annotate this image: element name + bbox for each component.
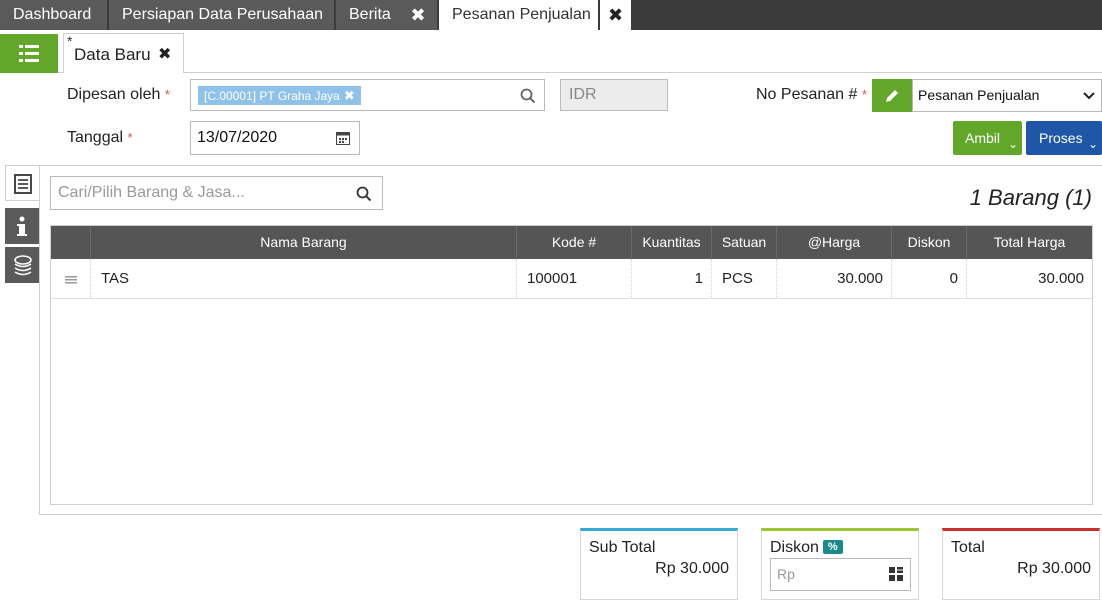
column-header-qty[interactable]: Kuantitas [632,226,712,259]
currency-field: IDR [560,79,668,111]
tab-label: Pesanan Penjualan [452,6,591,23]
total-value: Rp 30.000 [1017,560,1091,577]
list-icon [19,45,39,62]
drag-handle-icon[interactable] [65,276,77,284]
tab-label: Persiapan Data Perusahaan [122,6,324,23]
column-header-price[interactable]: @Harga [777,226,892,259]
order-no-label: No Pesanan # * [756,86,867,104]
chip-text: [C.00001] PT Graha Jaya [204,89,340,103]
percent-toggle[interactable]: % [822,540,843,554]
chevron-down-icon [1083,92,1095,100]
cell-code[interactable]: 100001 [517,259,632,299]
chevron-down-icon: ⌄ [1007,137,1018,151]
column-header-handle [51,226,91,259]
top-tab-bar: Dashboard Persiapan Data Perusahaan Beri… [0,0,1102,30]
label-text: Tanggal [67,129,124,146]
document-icon [14,174,32,194]
proses-button[interactable]: Proses ⌄ [1026,121,1102,155]
tab-data-baru[interactable]: * Data Baru ✖ [63,33,184,73]
tab-label: Berita [349,6,391,23]
subtotal-value: Rp 30.000 [655,560,729,577]
cell-total[interactable]: 30.000 [967,259,1092,299]
table-row[interactable]: TAS 100001 1 PCS 30.000 0 30.000 [51,259,1092,299]
ambil-button[interactable]: Ambil ⌄ [953,121,1022,155]
placeholder-text: Rp [777,566,795,582]
discount-amount-input[interactable]: Rp [770,558,911,591]
chevron-down-icon: ⌄ [1087,137,1098,151]
pencil-icon [886,90,898,102]
column-header-discount[interactable]: Diskon [892,226,967,259]
cell-name[interactable]: TAS [91,259,517,299]
subtab-divider [58,72,1102,73]
side-tab-cost[interactable] [5,247,39,283]
column-header-total[interactable]: Total Harga [967,226,1092,259]
side-tab-info[interactable] [5,208,39,244]
required-mark: * [861,87,867,102]
unsaved-marker: * [67,33,73,49]
side-tab-items[interactable] [5,165,39,201]
close-icon[interactable]: ✖ [158,44,171,64]
search-icon[interactable] [356,186,372,202]
total-box: Total Rp 30.000 [942,528,1100,600]
required-mark: * [164,87,170,102]
info-icon [17,216,27,236]
total-label: Total [951,539,985,556]
item-count: 1 Barang (1) [969,185,1092,210]
calculator-icon[interactable] [889,567,903,581]
subtotal-label: Sub Total [589,539,656,556]
discount-label: Diskon% [770,539,843,557]
close-icon[interactable]: ✖ [344,88,355,103]
tab-label: Data Baru [74,45,151,64]
close-icon[interactable]: ✖ [600,0,631,30]
tab-pesanan-penjualan[interactable]: Pesanan Penjualan [439,0,598,30]
edit-order-no-button[interactable] [872,79,912,112]
button-label: Proses [1039,130,1083,146]
label-text: No Pesanan # [756,86,858,103]
cell-unit[interactable]: PCS [712,259,777,299]
search-icon[interactable] [520,88,536,104]
tab-persiapan-data-perusahaan[interactable]: Persiapan Data Perusahaan [109,0,334,30]
date-value: 13/07/2020 [197,129,278,146]
cell-qty[interactable]: 1 [632,259,712,299]
button-label: Ambil [965,130,1001,146]
close-icon[interactable]: ✖ [400,0,436,30]
label-text: Diskon [770,539,819,556]
cell-discount[interactable]: 0 [892,259,967,299]
discount-box: Diskon% Rp [761,528,919,600]
required-mark: * [127,130,133,145]
list-view-button[interactable] [0,34,58,73]
placeholder-text: Cari/Pilih Barang & Jasa... [58,184,245,201]
order-type-select[interactable]: Pesanan Penjualan [912,79,1102,112]
subtotal-box: Sub Total Rp 30.000 [580,528,738,600]
item-search-input[interactable]: Cari/Pilih Barang & Jasa... [50,176,383,210]
column-header-name[interactable]: Nama Barang [91,226,517,259]
coins-icon [14,255,32,276]
date-input[interactable]: 13/07/2020 [190,121,360,155]
column-header-code[interactable]: Kode # [517,226,632,259]
calendar-icon[interactable] [336,131,350,145]
select-value: Pesanan Penjualan [918,87,1040,103]
customer-input[interactable]: [C.00001] PT Graha Jaya ✖ [190,79,545,111]
items-table: Nama Barang Kode # Kuantitas Satuan @Har… [50,225,1093,505]
ordered-by-label: Dipesan oleh * [67,86,170,104]
tab-dashboard[interactable]: Dashboard [0,0,107,30]
cell-price[interactable]: 30.000 [777,259,892,299]
date-label: Tanggal * [67,129,133,147]
label-text: Dipesan oleh [67,86,161,103]
column-header-unit[interactable]: Satuan [712,226,777,259]
table-header: Nama Barang Kode # Kuantitas Satuan @Har… [51,226,1092,259]
tab-label: Dashboard [13,6,92,23]
customer-chip: [C.00001] PT Graha Jaya ✖ [198,86,361,105]
row-drag-cell[interactable] [51,259,91,299]
